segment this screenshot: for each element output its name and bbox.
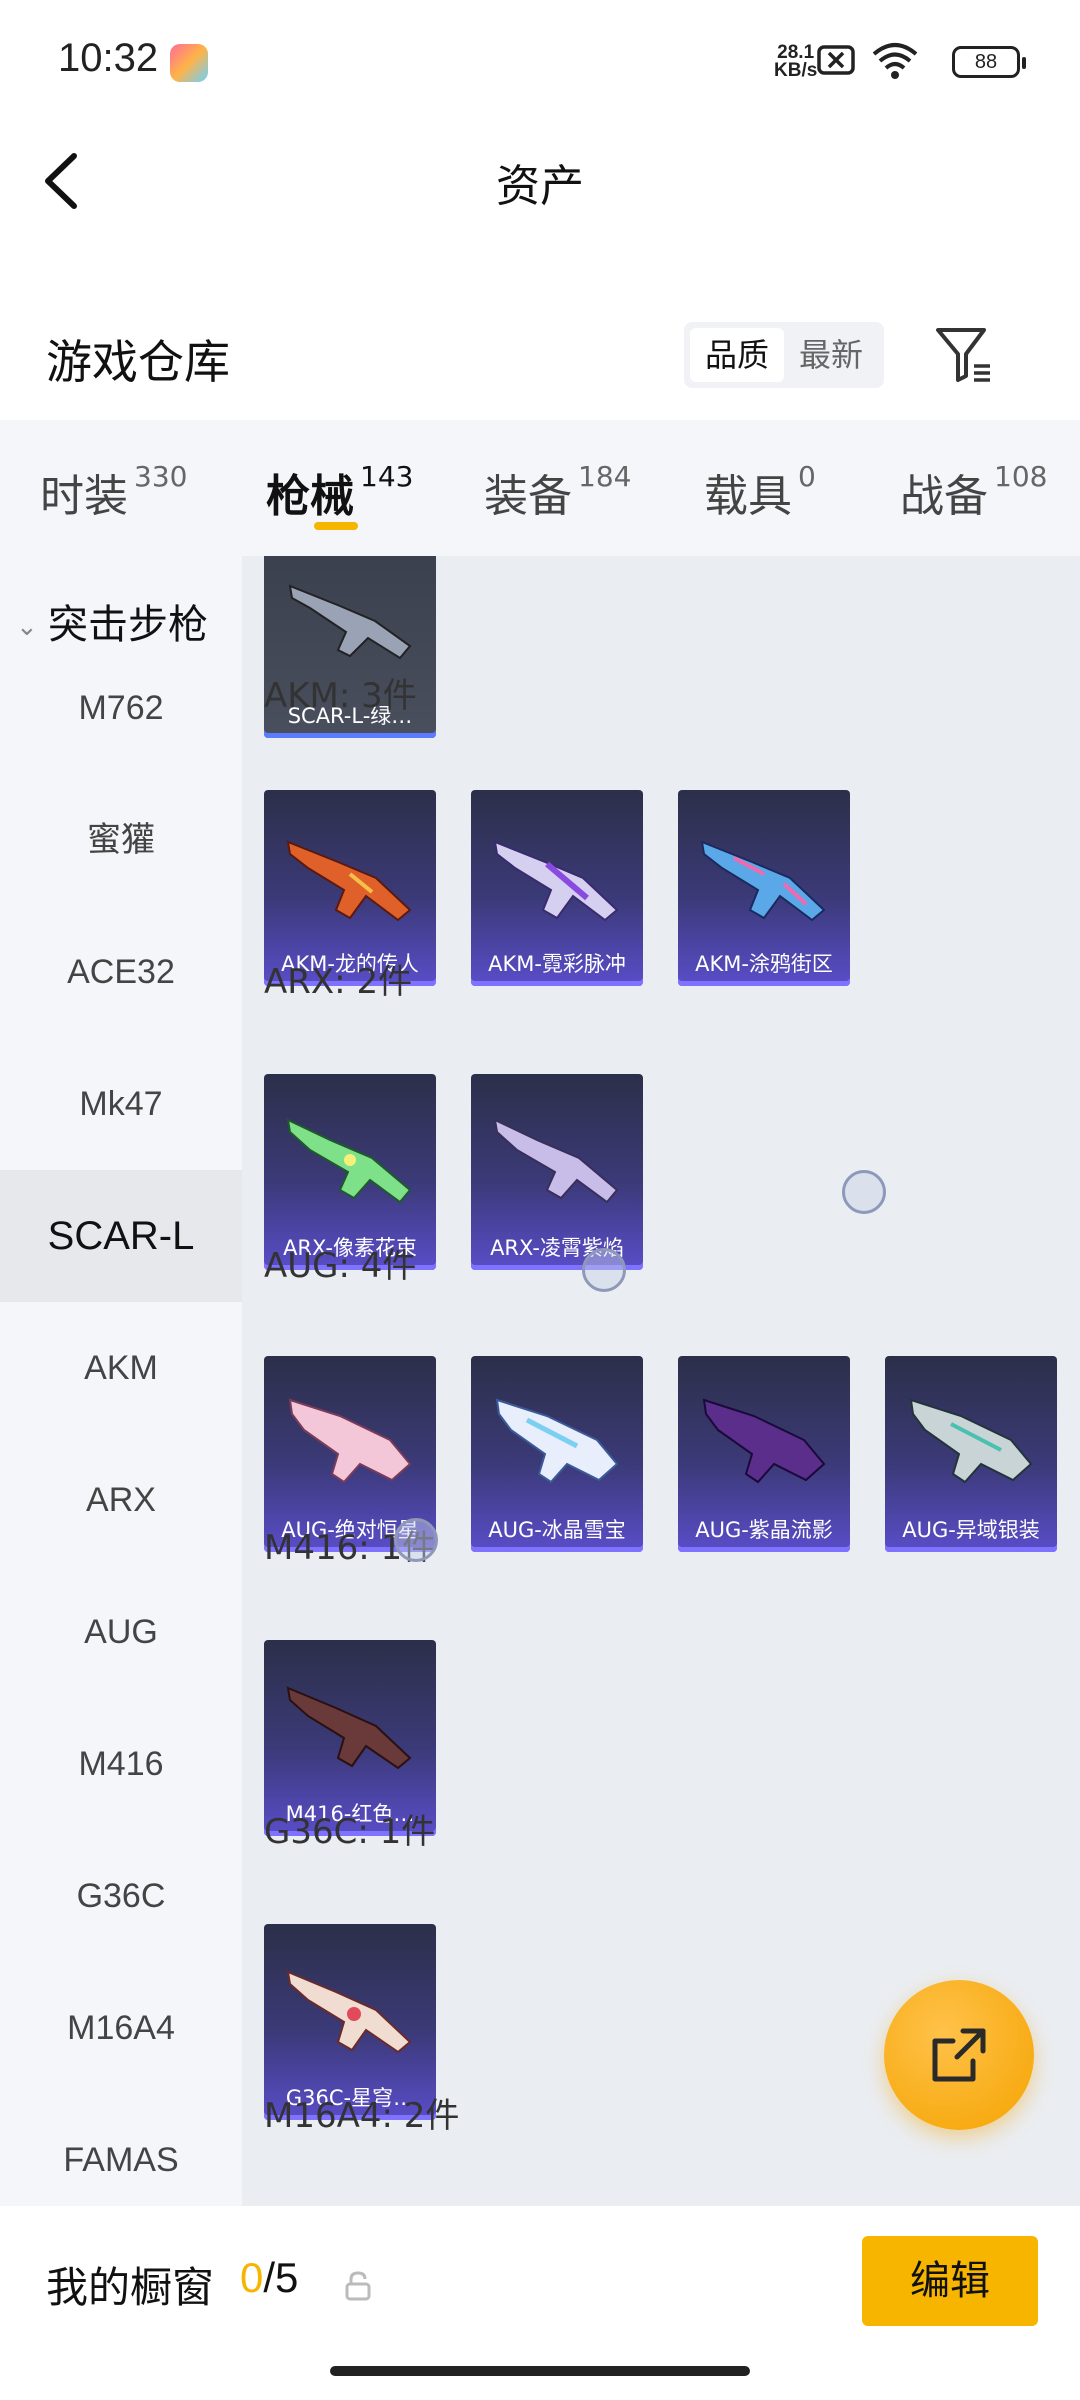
rifle-icon	[286, 1118, 412, 1204]
sidebar-item-arx[interactable]: ARX	[0, 1434, 242, 1566]
game-app-icon	[170, 44, 208, 82]
tab-label: 时装	[40, 471, 128, 522]
section-label-akm: AKM: 3件	[264, 676, 417, 716]
rifle-icon	[909, 1398, 1033, 1484]
section-label-aug: AUG: 4件	[264, 1246, 417, 1286]
sidebar-item-famas[interactable]: FAMAS	[0, 2094, 242, 2206]
showcase-label: 我的橱窗	[46, 2263, 215, 2312]
tab-count: 0	[798, 460, 816, 493]
sidebar-item-m16a4[interactable]: M16A4	[0, 1962, 242, 2094]
battery-icon: 88	[952, 46, 1026, 78]
share-fab-button[interactable]	[884, 1980, 1034, 2130]
showcase-current: 0	[240, 2254, 264, 2301]
section-label-g36c: G36C: 1件	[264, 1812, 436, 1852]
chevron-down-icon: ⌄	[16, 612, 38, 642]
sidebar-item-aug[interactable]: AUG	[0, 1566, 242, 1698]
showcase-total: /5	[263, 2254, 299, 2301]
wifi-icon	[872, 43, 918, 79]
section-label-arx: ARX: 2件	[264, 962, 413, 1002]
tab-combat-gear[interactable]: 战备 108	[900, 460, 1047, 524]
sidebar-item-ace32[interactable]: ACE32	[0, 906, 242, 1038]
showcase-count: 0/5	[240, 2254, 298, 2302]
tab-count: 143	[360, 460, 414, 493]
weapon-card[interactable]: AUG-异域银装	[885, 1356, 1057, 1552]
warehouse-title: 游戏仓库	[46, 335, 230, 389]
weapon-card-name: AUG-紫晶流影	[695, 1518, 833, 1542]
sort-latest-button[interactable]: 最新	[784, 328, 878, 382]
tab-firearms[interactable]: 枪械 143	[266, 460, 413, 524]
edit-button[interactable]: 编辑	[862, 2236, 1038, 2326]
rifle-icon	[288, 1398, 412, 1484]
lock-icon	[345, 2271, 371, 2301]
tab-label: 载具	[704, 471, 792, 522]
sidebar-item-honey-badger[interactable]: 蜜獾	[0, 774, 242, 906]
weapon-card-name: AUG-异域银装	[902, 1518, 1040, 1542]
share-external-icon	[932, 2028, 986, 2082]
tab-count: 108	[994, 460, 1048, 493]
touch-indicator	[394, 1518, 438, 1562]
rifle-icon	[493, 1118, 619, 1204]
category-tabs: 时装 330 枪械 143 装备 184 载具 0 战备 108	[0, 420, 1080, 556]
sidebar-item-scar-l[interactable]: SCAR-L	[0, 1170, 242, 1302]
tab-count: 330	[134, 460, 188, 493]
sort-toggle: 品质 最新	[684, 322, 884, 388]
tab-label: 装备	[484, 471, 572, 522]
net-speed: 28.1 KB/s	[774, 43, 818, 81]
weapon-card[interactable]: AUG-紫晶流影	[678, 1356, 850, 1552]
rifle-icon	[286, 1970, 412, 2054]
sidebar-item-m416[interactable]: M416	[0, 1698, 242, 1830]
tab-count: 184	[578, 460, 632, 493]
rifle-icon	[286, 1686, 412, 1770]
page-title: 资产	[496, 161, 584, 212]
weapon-card-name: AKM-霓彩脉冲	[488, 952, 626, 976]
section-label-m16a4: M16A4: 2件	[264, 2096, 460, 2136]
status-bar: 10:32 28.1 KB/s 88	[0, 0, 1080, 130]
weapon-card-name: AKM-涂鸦街区	[695, 952, 833, 976]
rifle-icon	[288, 584, 412, 660]
sidebar-item-g36c[interactable]: G36C	[0, 1830, 242, 1962]
sidebar-item-m762[interactable]: M762	[0, 642, 242, 774]
active-tab-indicator	[314, 522, 358, 530]
tab-equipment[interactable]: 装备 184	[484, 460, 631, 524]
weapon-card[interactable]: ARX-凌霄紫焰	[471, 1074, 643, 1270]
weapon-card[interactable]: AKM-霓彩脉冲	[471, 790, 643, 986]
weapon-category-sidebar: ⌄ 突击步枪 M762 蜜獾 ACE32 Mk47 SCAR-L AKM ARX …	[0, 556, 242, 2206]
tab-outfits[interactable]: 时装 330	[40, 460, 187, 524]
rifle-icon	[493, 840, 619, 922]
rifle-icon	[700, 840, 826, 922]
sort-quality-button[interactable]: 品质	[690, 328, 784, 382]
rifle-icon	[286, 840, 412, 922]
rifle-icon	[702, 1398, 826, 1484]
sidebar-item-mk47[interactable]: Mk47	[0, 1038, 242, 1170]
weapon-card-name: AUG-冰晶雪宝	[488, 1518, 626, 1542]
weapon-card[interactable]: AKM-涂鸦街区	[678, 790, 850, 986]
tab-label: 战备	[900, 471, 988, 522]
no-sim-icon	[817, 45, 855, 75]
sidebar-item-akm[interactable]: AKM	[0, 1302, 242, 1434]
home-indicator[interactable]	[330, 2366, 750, 2376]
tab-vehicles[interactable]: 载具 0	[704, 460, 816, 524]
weapon-card[interactable]: AUG-冰晶雪宝	[471, 1356, 643, 1552]
rifle-icon	[495, 1398, 619, 1484]
filter-icon[interactable]	[934, 322, 994, 386]
touch-indicator	[582, 1248, 626, 1292]
touch-indicator	[842, 1170, 886, 1214]
status-time: 10:32	[58, 36, 159, 80]
tab-label: 枪械	[266, 471, 354, 522]
net-speed-unit: KB/s	[774, 60, 818, 81]
weapon-grid: SCAR-L-绿… AKM: 3件 AKM-龙的传人 AKM-霓彩脉冲 AKM-…	[242, 556, 1080, 2206]
